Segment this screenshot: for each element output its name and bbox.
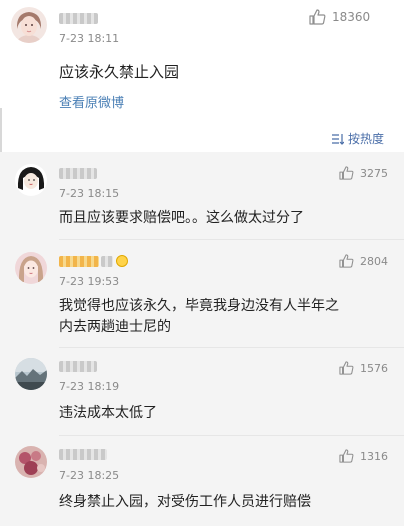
comment-text-line1: 我觉得也应该永久，毕竟我身边没有人半年之 [59, 298, 339, 314]
like-count: 18360 [332, 10, 371, 24]
sort-by-hot-button[interactable]: 按热度 [331, 130, 384, 147]
comment-time: 7-23 19:53 [59, 275, 120, 288]
list-item: 7-23 18:25 1316 终身禁止入园，对受伤工作人员进行赔偿 [0, 436, 404, 526]
member-badge-icon [116, 255, 128, 267]
username-masked[interactable] [59, 256, 99, 267]
thumbs-up-icon [339, 449, 354, 463]
avatar[interactable] [15, 446, 47, 478]
thumbs-up-icon [309, 9, 326, 25]
sort-icon [331, 133, 344, 145]
scroll-indicator [0, 108, 2, 152]
comment-text: 而且应该要求赔偿吧。。这么做太过分了 [59, 210, 304, 226]
avatar[interactable] [15, 252, 47, 284]
thumbs-up-icon [339, 166, 354, 180]
post-text: 应该永久禁止入园 [59, 63, 180, 81]
username-masked[interactable] [59, 449, 107, 460]
avatar[interactable] [15, 164, 47, 196]
comment-text: 终身禁止入园，对受伤工作人员进行赔偿 [59, 494, 311, 510]
comment-like-button[interactable]: 2804 [339, 254, 388, 268]
thumbs-up-icon [339, 254, 354, 268]
comment-like-count: 1316 [360, 449, 388, 463]
username-masked[interactable] [59, 361, 97, 372]
comment-list: 7-23 18:15 3275 而且应该要求赔偿吧。。这么做太过分了 7-23 … [0, 152, 404, 526]
list-item: 7-23 19:53 2804 我觉得也应该永久，毕竟我身边没有人半年之 内去两… [0, 240, 404, 347]
comment-like-count: 3275 [360, 166, 388, 180]
comment-like-button[interactable]: 3275 [339, 166, 388, 180]
post-time: 7-23 18:11 [59, 32, 120, 45]
comment-text-line2: 内去两趟迪士尼的 [59, 319, 171, 335]
comment-like-count: 1576 [360, 361, 388, 375]
avatar[interactable] [15, 358, 47, 390]
username-masked[interactable] [101, 256, 113, 267]
comment-time: 7-23 18:19 [59, 380, 120, 393]
comment-like-count: 2804 [360, 254, 388, 268]
main-post: 7-23 18:11 18360 应该永久禁止入园 查看原微博 按热度 [0, 0, 404, 160]
comment-like-button[interactable]: 1576 [339, 361, 388, 375]
like-button[interactable]: 18360 [309, 9, 370, 25]
list-item: 7-23 18:15 3275 而且应该要求赔偿吧。。这么做太过分了 [0, 152, 404, 239]
sort-label: 按热度 [347, 132, 384, 146]
comment-time: 7-23 18:15 [59, 187, 120, 200]
comment-like-button[interactable]: 1316 [339, 449, 388, 463]
thumbs-up-icon [339, 361, 354, 375]
view-original-link[interactable]: 查看原微博 [59, 92, 124, 111]
list-item: 7-23 18:19 1576 违法成本太低了 [0, 348, 404, 435]
avatar[interactable] [11, 7, 47, 43]
comment-time: 7-23 18:25 [59, 469, 120, 482]
username-masked[interactable] [59, 168, 97, 179]
username-masked[interactable] [59, 13, 98, 24]
comment-text: 违法成本太低了 [59, 405, 157, 421]
